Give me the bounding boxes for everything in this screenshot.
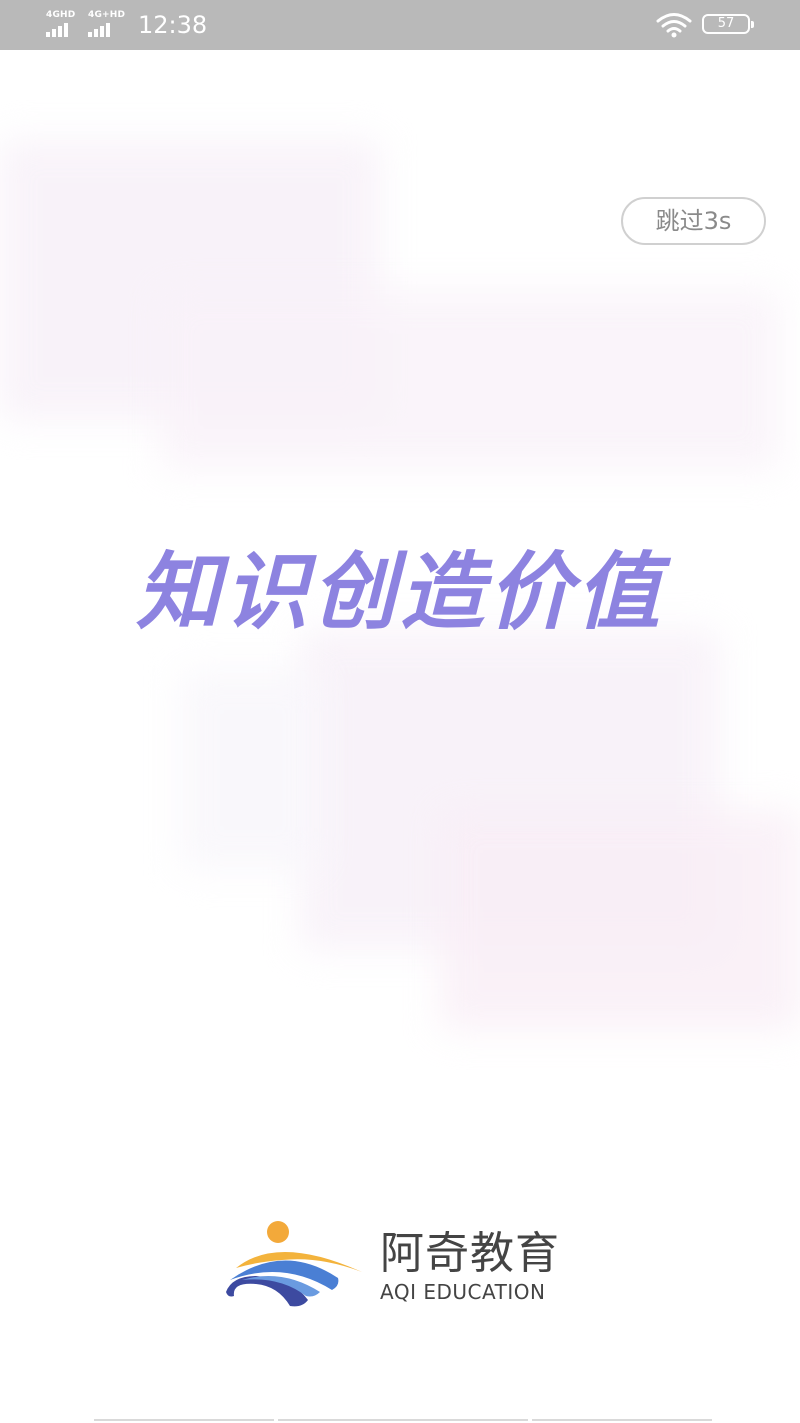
brand-name-english: AQI EDUCATION — [380, 1280, 546, 1304]
background-blob — [160, 290, 780, 470]
splash-screen: 跳过3s 知识创造价值 阿奇教育 AQI EDUCATION — [0, 50, 800, 1423]
signal-bars — [46, 23, 68, 37]
aqi-education-logo-icon — [226, 1221, 362, 1307]
skip-button[interactable]: 跳过3s — [621, 197, 766, 245]
signal-bars-2 — [88, 23, 110, 37]
bottom-divider — [0, 1419, 800, 1423]
network-type-2: 4G+HD — [88, 10, 126, 20]
wifi-icon — [656, 13, 692, 38]
background-blob — [440, 810, 800, 1030]
network-type-1: 4GHD — [46, 10, 76, 20]
status-bar: 4GHD 4G+HD 12:38 57 — [0, 0, 800, 50]
slogan-text: 知识创造价值 — [135, 543, 664, 641]
brand-name-chinese: 阿奇教育 — [380, 1228, 560, 1279]
signal-strength-icon: 4GHD — [46, 10, 82, 38]
signal-strength-icon-2: 4G+HD — [88, 10, 126, 38]
battery-icon: 57 — [702, 14, 754, 34]
status-time: 12:38 — [138, 11, 208, 39]
brand-logo: 阿奇教育 AQI EDUCATION — [222, 1220, 582, 1310]
background-blob — [180, 670, 320, 870]
battery-level: 57 — [717, 16, 735, 31]
